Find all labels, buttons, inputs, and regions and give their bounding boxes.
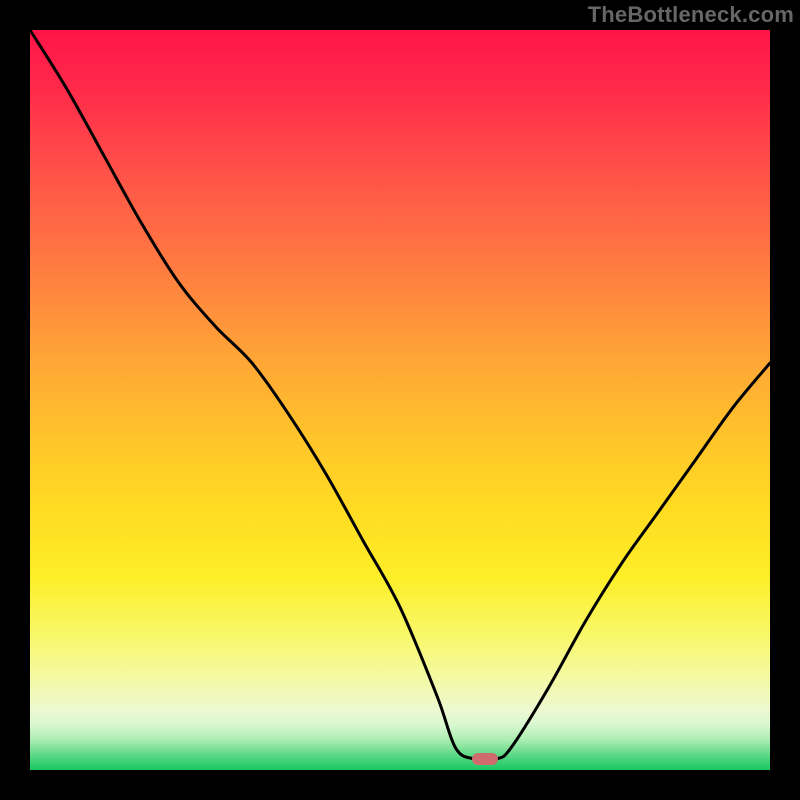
chart-frame: TheBottleneck.com	[0, 0, 800, 800]
watermark-text: TheBottleneck.com	[588, 2, 794, 28]
bottleneck-curve	[30, 30, 770, 770]
plot-area	[30, 30, 770, 770]
optimal-marker	[472, 753, 498, 765]
